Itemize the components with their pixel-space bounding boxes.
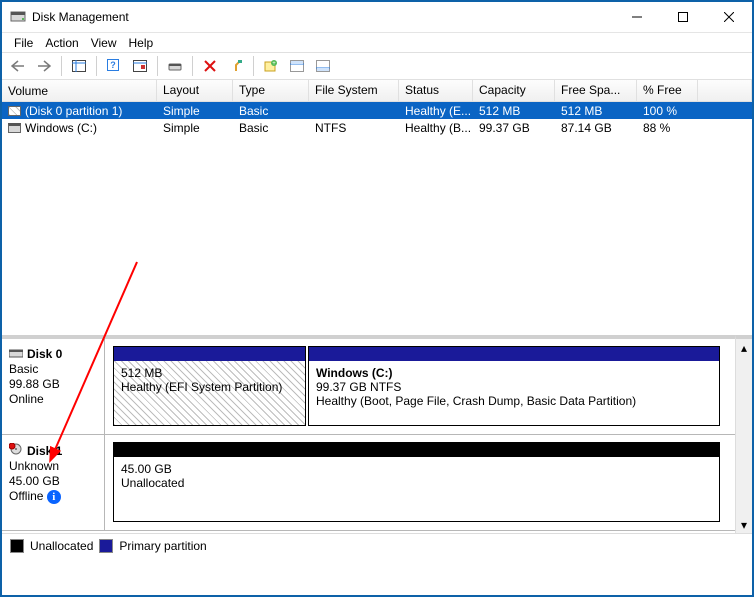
menubar: File Action View Help [2,32,752,52]
svg-text:+: + [272,61,276,67]
legend-primary: Primary partition [119,539,206,553]
cell-pct: 88 % [637,120,698,136]
partition[interactable]: 45.00 GBUnallocated [113,442,720,522]
window-title: Disk Management [32,10,614,24]
col-free-space[interactable]: Free Spa... [555,80,637,101]
cell-free: 512 MB [555,103,637,119]
app-icon [10,9,26,25]
help-button[interactable]: ? [102,54,126,78]
maximize-button[interactable] [660,2,706,32]
disk-row[interactable]: Disk 0Basic99.88 GBOnline512 MBHealthy (… [2,339,735,435]
disk-partitions: 512 MBHealthy (EFI System Partition)Wind… [105,339,735,434]
cell-status: Healthy (E... [399,103,473,119]
col-type[interactable]: Type [233,80,309,101]
list-bottom-button[interactable] [311,54,335,78]
partition-bar [309,347,719,361]
cell-type: Basic [233,120,309,136]
cell-capacity: 512 MB [473,103,555,119]
volume-row[interactable]: Windows (C:)SimpleBasicNTFSHealthy (B...… [2,119,752,136]
legend-swatch-primary [99,539,113,553]
col-file-system[interactable]: File System [309,80,399,101]
partition-body: Windows (C:)99.37 GB NTFSHealthy (Boot, … [309,361,719,425]
disk-state: Offline i [9,489,97,504]
list-top-button[interactable] [285,54,309,78]
col-capacity[interactable]: Capacity [473,80,555,101]
partition-bar [114,347,305,361]
menu-view[interactable]: View [85,34,123,52]
disk-icon [9,347,23,362]
volume-list[interactable]: Volume Layout Type File System Status Ca… [2,80,752,335]
disk-label[interactable]: Disk 1Unknown45.00 GBOffline i [2,435,105,530]
disk-kind: Unknown [9,459,97,474]
menu-action[interactable]: Action [39,34,84,52]
cell-volume: Windows (C:) [2,120,157,136]
disk-size: 99.88 GB [9,377,97,392]
cell-fs: NTFS [309,120,399,136]
legend-unallocated: Unallocated [30,539,93,553]
disk-row[interactable]: Disk 1Unknown45.00 GBOffline i45.00 GBUn… [2,435,735,531]
settings-button[interactable] [128,54,152,78]
cell-layout: Simple [157,120,233,136]
menu-help[interactable]: Help [123,34,160,52]
disk-size: 45.00 GB [9,474,97,489]
vertical-scrollbar[interactable]: ▴ ▾ [735,335,752,533]
volume-list-header[interactable]: Volume Layout Type File System Status Ca… [2,80,752,102]
disk-state: Online [9,392,97,407]
scroll-down-button[interactable]: ▾ [736,516,752,533]
cell-type: Basic [233,103,309,119]
col-volume[interactable]: Volume [2,80,157,101]
show-console-tree-button[interactable] [67,54,91,78]
disk-graphical-pane[interactable]: Disk 0Basic99.88 GBOnline512 MBHealthy (… [2,335,735,531]
properties-button[interactable] [224,54,248,78]
disk-name: Disk 1 [27,444,62,459]
menu-file[interactable]: File [8,34,39,52]
partition-body: 45.00 GBUnallocated [114,457,719,521]
scroll-up-button[interactable]: ▴ [736,339,752,356]
disk-kind: Basic [9,362,97,377]
minimize-button[interactable] [614,2,660,32]
toolbar: ? + [2,52,752,80]
col-empty[interactable] [698,80,752,101]
forward-button[interactable] [32,54,56,78]
partition-bar [114,443,719,457]
new-simple-volume-button[interactable]: + [259,54,283,78]
disk-name: Disk 0 [27,347,62,362]
partition[interactable]: 512 MBHealthy (EFI System Partition) [113,346,306,426]
cell-volume: (Disk 0 partition 1) [2,103,157,119]
delete-button[interactable] [198,54,222,78]
disk-icon [9,443,23,459]
back-button[interactable] [6,54,30,78]
close-button[interactable] [706,2,752,32]
svg-text:?: ? [110,60,116,70]
legend-swatch-unallocated [10,539,24,553]
info-icon[interactable]: i [47,490,61,504]
volume-row[interactable]: (Disk 0 partition 1)SimpleBasic Healthy (… [2,102,752,119]
refresh-button[interactable] [163,54,187,78]
cell-pct: 100 % [637,103,698,119]
disk-label[interactable]: Disk 0Basic99.88 GBOnline [2,339,105,434]
legend: Unallocated Primary partition [2,533,752,557]
col-layout[interactable]: Layout [157,80,233,101]
cell-free: 87.14 GB [555,120,637,136]
titlebar: Disk Management [2,2,752,32]
cell-fs [309,110,399,112]
disk-partitions: 45.00 GBUnallocated [105,435,735,530]
partition-body: 512 MBHealthy (EFI System Partition) [114,361,305,425]
col-pct-free[interactable]: % Free [637,80,698,101]
partition[interactable]: Windows (C:)99.37 GB NTFSHealthy (Boot, … [308,346,720,426]
cell-capacity: 99.37 GB [473,120,555,136]
col-status[interactable]: Status [399,80,473,101]
cell-status: Healthy (B... [399,120,473,136]
cell-layout: Simple [157,103,233,119]
